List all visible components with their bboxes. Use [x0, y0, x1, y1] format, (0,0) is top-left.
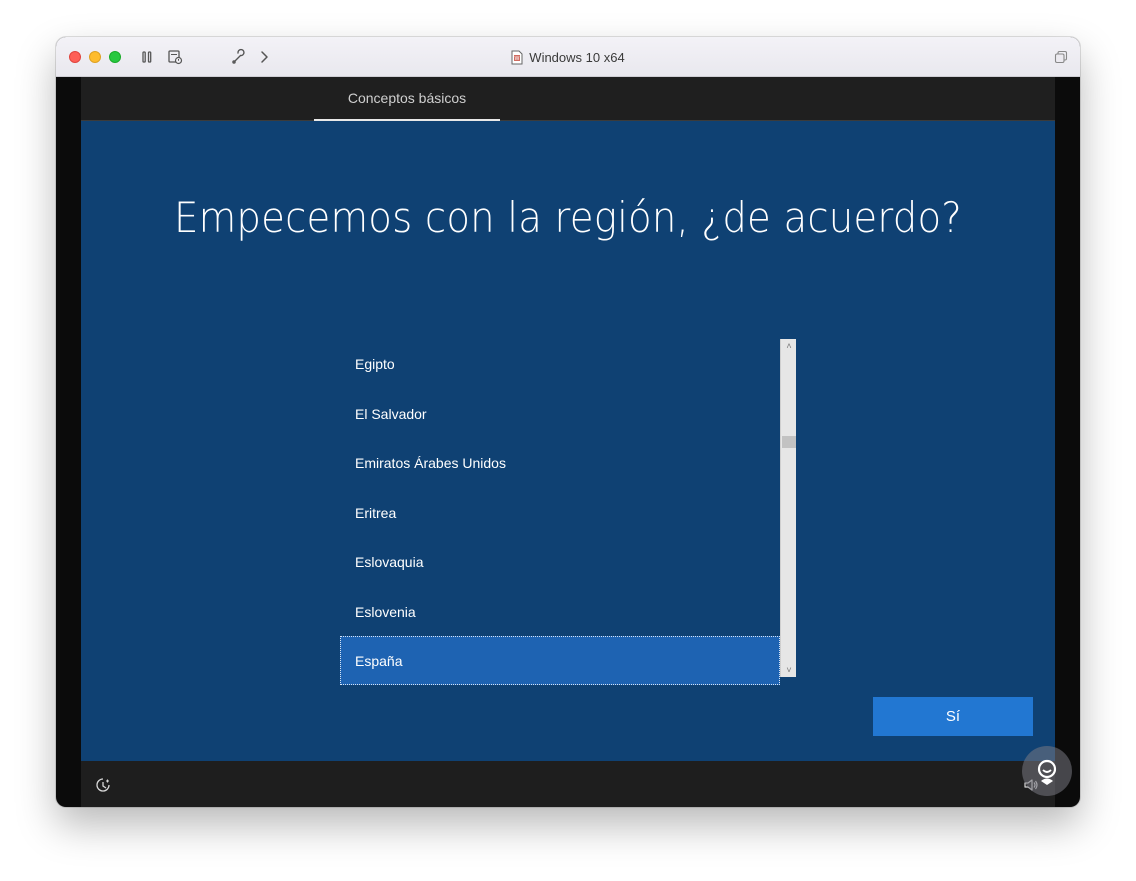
svg-text:W: W: [515, 56, 520, 62]
region-item[interactable]: Emiratos Árabes Unidos: [340, 438, 780, 487]
region-item[interactable]: Eslovenia: [340, 587, 780, 636]
page-title: Empecemos con la región, ¿de acuerdo?: [173, 193, 963, 242]
watermark-logo: [1022, 746, 1072, 796]
region-list-scrollbar[interactable]: ˄ ˅: [780, 339, 796, 677]
window-titlebar: W Windows 10 x64: [56, 37, 1080, 77]
scrollbar-thumb[interactable]: [782, 436, 796, 448]
region-item[interactable]: Egipto: [340, 339, 780, 388]
vm-window: W Windows 10 x64 Conceptos básicos Empec…: [56, 37, 1080, 807]
region-item[interactable]: Eritrea: [340, 488, 780, 537]
document-icon: W: [511, 50, 523, 65]
scroll-up-icon[interactable]: ˄: [781, 339, 797, 353]
region-item[interactable]: España: [340, 636, 780, 685]
tab-basics[interactable]: Conceptos básicos: [314, 77, 500, 121]
restore-window-icon[interactable]: [1054, 50, 1068, 64]
oobe-header: Conceptos básicos: [81, 77, 1055, 121]
region-item[interactable]: Eslovaquia: [340, 537, 780, 586]
scroll-down-icon[interactable]: ˅: [781, 663, 797, 677]
region-list-items: Egipto El Salvador Emiratos Árabes Unidos E…: [340, 339, 780, 685]
oobe-footer: [81, 761, 1055, 807]
confirm-button[interactable]: Sí: [873, 697, 1033, 736]
window-title-text: Windows 10 x64: [529, 49, 625, 65]
window-title: W Windows 10 x64: [56, 37, 1080, 77]
guest-screen: Conceptos básicos Empecemos con la regió…: [81, 77, 1055, 807]
region-list[interactable]: Egipto El Salvador Emiratos Árabes Unidos E…: [340, 339, 796, 685]
region-item[interactable]: El Salvador: [340, 389, 780, 438]
ease-of-access-icon[interactable]: [95, 777, 111, 793]
